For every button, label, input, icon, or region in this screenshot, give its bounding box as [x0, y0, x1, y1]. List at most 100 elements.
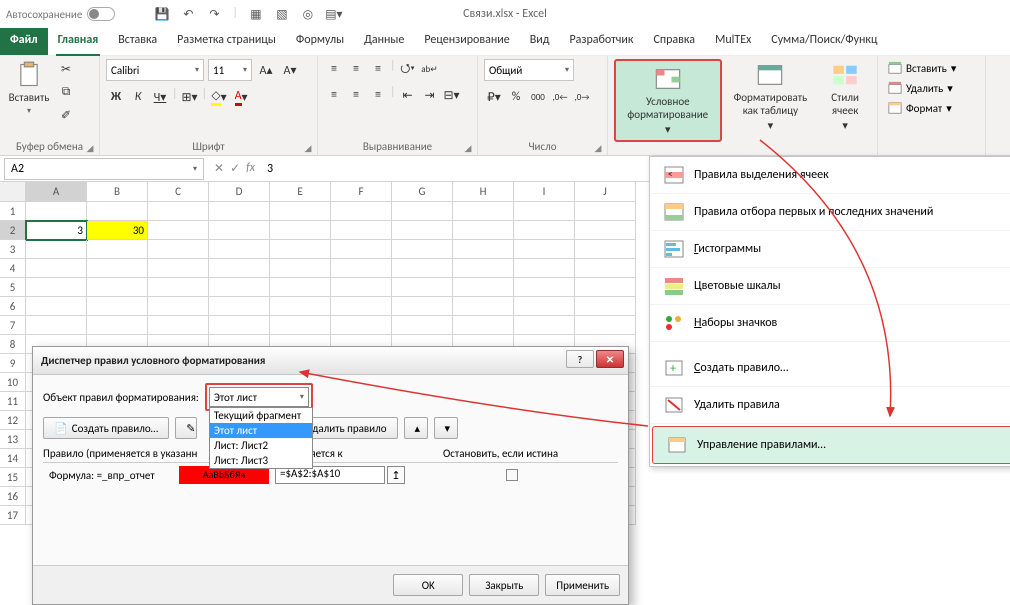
cell[interactable] [148, 316, 209, 335]
cell[interactable] [575, 202, 636, 221]
cell[interactable] [392, 278, 453, 297]
align-middle-icon[interactable]: ≡ [346, 59, 366, 79]
cell[interactable] [453, 278, 514, 297]
cell[interactable] [209, 221, 270, 240]
cell[interactable] [575, 240, 636, 259]
row-header[interactable]: 17 [0, 506, 26, 525]
format-cells-button[interactable]: Формат▾ [884, 99, 956, 117]
tab-file[interactable]: Файл [0, 28, 48, 55]
save-icon[interactable]: 💾 [154, 6, 170, 22]
cell[interactable] [270, 240, 331, 259]
cf-manage-rules[interactable]: Управление правилами… [652, 426, 1010, 464]
scope-option[interactable]: Текущий фрагмент [210, 408, 312, 423]
row-header[interactable]: 16 [0, 487, 26, 506]
increase-indent-icon[interactable]: ⇥ [420, 85, 440, 105]
format-as-table-button[interactable]: Форматировать как таблицу▾ [726, 59, 816, 134]
stop-if-true-checkbox[interactable] [506, 469, 518, 481]
cell[interactable] [87, 316, 148, 335]
cell[interactable] [148, 240, 209, 259]
align-top-icon[interactable]: ≡ [324, 59, 344, 79]
cell[interactable] [514, 297, 575, 316]
name-box[interactable]: A2▾ [4, 158, 204, 180]
align-bottom-icon[interactable]: ≡ [368, 59, 388, 79]
paste-button[interactable]: Вставить ▾ [6, 59, 52, 118]
orientation-icon[interactable]: ⭯▾ [398, 59, 418, 79]
cell[interactable] [575, 278, 636, 297]
cf-data-bars[interactable]: Гистограммы▸ [650, 231, 1010, 268]
row-header[interactable]: 6 [0, 297, 26, 316]
column-header[interactable]: A [26, 182, 87, 202]
cell[interactable] [514, 240, 575, 259]
tab-review[interactable]: Рецензирование [414, 28, 519, 55]
cell[interactable] [87, 202, 148, 221]
insert-cells-button[interactable]: Вставить▾ [884, 59, 960, 77]
tab-developer[interactable]: Разработчик [559, 28, 643, 55]
cell[interactable] [514, 202, 575, 221]
dialog-launcher-icon[interactable]: ◢ [85, 143, 95, 153]
cell[interactable] [87, 297, 148, 316]
bold-button[interactable]: Ж [106, 87, 126, 107]
close-button[interactable]: Закрыть [469, 574, 539, 596]
cell[interactable] [392, 259, 453, 278]
help-button[interactable]: ? [566, 350, 594, 368]
scope-option[interactable]: Лист: Лист2 [210, 438, 312, 453]
cell[interactable] [26, 316, 87, 335]
close-button[interactable]: ✕ [596, 350, 624, 368]
cell[interactable] [514, 221, 575, 240]
align-center-icon[interactable]: ≡ [346, 85, 366, 105]
cell[interactable] [331, 278, 392, 297]
cut-button[interactable]: ✂ [56, 59, 76, 79]
cell[interactable] [514, 316, 575, 335]
tab-page-layout[interactable]: Разметка страницы [167, 28, 286, 55]
tab-help[interactable]: Справка [643, 28, 705, 55]
move-up-button[interactable]: ▴ [404, 417, 428, 439]
copy-button[interactable]: ⧉ [56, 82, 76, 102]
cell[interactable] [575, 316, 636, 335]
edit-rule-button[interactable]: ✎ [175, 417, 197, 439]
row-header[interactable]: 7 [0, 316, 26, 335]
cell[interactable] [392, 202, 453, 221]
cell[interactable]: 3 [26, 221, 87, 240]
accounting-format-icon[interactable]: ₽▾ [484, 87, 504, 107]
column-header[interactable]: D [209, 182, 270, 202]
scope-select[interactable]: Этот лист▾ [209, 387, 309, 407]
cell[interactable]: 30 [87, 221, 148, 240]
cell[interactable] [270, 202, 331, 221]
cell[interactable] [331, 259, 392, 278]
align-right-icon[interactable]: ≡ [368, 85, 388, 105]
italic-button[interactable]: К [128, 87, 148, 107]
column-header[interactable]: G [392, 182, 453, 202]
cell[interactable] [453, 221, 514, 240]
cell[interactable] [26, 259, 87, 278]
cf-color-scales[interactable]: Цветовые шкалы▸ [650, 268, 1010, 305]
cell-styles-button[interactable]: Стили ячеек▾ [819, 59, 871, 134]
cf-new-rule[interactable]: +Создать правило… [650, 350, 1010, 387]
increase-decimal-icon[interactable]: ,0← [550, 87, 570, 107]
cell[interactable] [26, 240, 87, 259]
underline-button[interactable]: Ч▾ [150, 87, 170, 107]
decrease-decimal-icon[interactable]: ,0→ [572, 87, 592, 107]
cell[interactable] [453, 259, 514, 278]
cell[interactable] [575, 259, 636, 278]
cf-clear-rules[interactable]: Удалить правила▸ [650, 387, 1010, 424]
cell[interactable] [453, 297, 514, 316]
cell[interactable] [392, 297, 453, 316]
cell[interactable] [87, 278, 148, 297]
cell[interactable] [148, 259, 209, 278]
cell[interactable] [148, 202, 209, 221]
tab-home[interactable]: Главная [48, 28, 109, 55]
cell[interactable] [270, 221, 331, 240]
cell[interactable] [514, 278, 575, 297]
row-header[interactable]: 12 [0, 411, 26, 430]
increase-font-icon[interactable]: A▴ [256, 60, 276, 80]
cf-top-bottom-rules[interactable]: Правила отбора первых и последних значен… [650, 194, 1010, 231]
tab-sum[interactable]: Сумма/Поиск/Функц [761, 28, 887, 55]
cell[interactable] [87, 240, 148, 259]
qat-icon[interactable]: ▧ [274, 6, 290, 22]
cell[interactable] [392, 316, 453, 335]
row-header[interactable]: 14 [0, 449, 26, 468]
undo-icon[interactable]: ↶ [180, 6, 196, 22]
cell[interactable] [453, 240, 514, 259]
cell[interactable] [87, 259, 148, 278]
qat-icon[interactable]: ▤▾ [326, 6, 342, 22]
